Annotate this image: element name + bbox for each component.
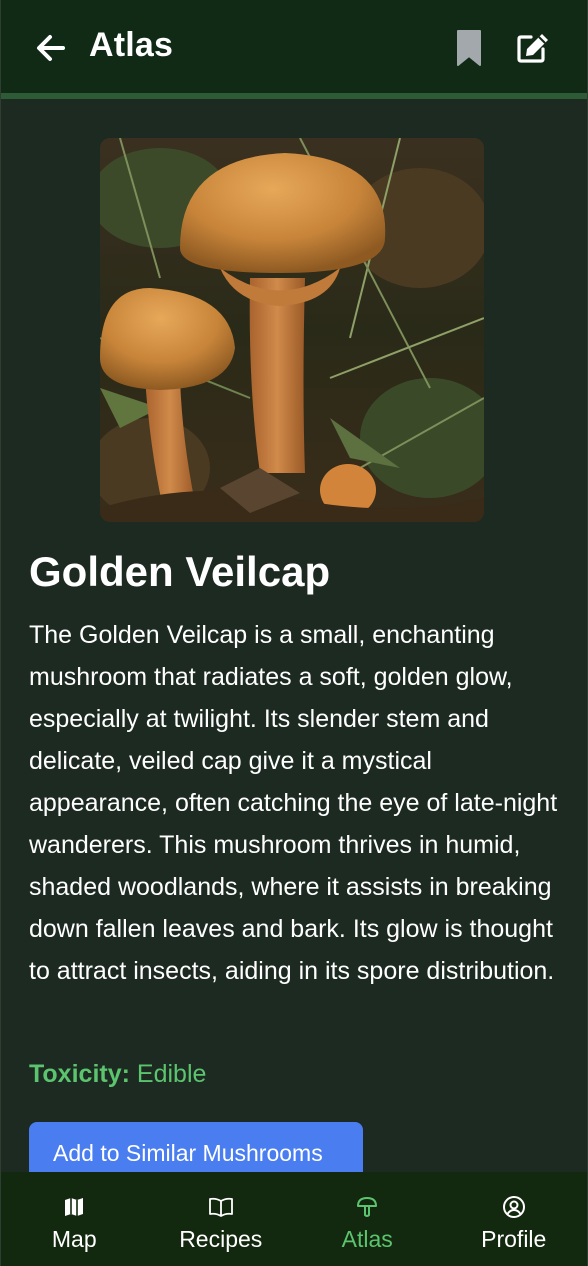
map-icon [65, 1198, 84, 1216]
edit-button[interactable] [513, 28, 553, 68]
bottom-nav: Map Recipes Atlas Profile [1, 1172, 587, 1266]
bookmark-icon [457, 30, 481, 66]
header-divider [1, 93, 587, 99]
toxicity-row: Toxicity: Edible [29, 1060, 206, 1089]
nav-label-profile: Profile [481, 1226, 547, 1252]
user-circle-icon [502, 1196, 525, 1218]
back-button[interactable] [31, 28, 71, 68]
nav-item-profile[interactable]: Profile [441, 1172, 588, 1266]
nav-item-recipes[interactable]: Recipes [148, 1172, 295, 1266]
bookmark-button[interactable] [451, 26, 487, 70]
nav-label-recipes: Recipes [179, 1226, 263, 1252]
nav-item-map[interactable]: Map [1, 1172, 148, 1266]
mushroom-photo [100, 138, 484, 522]
arrow-left-icon [37, 35, 65, 61]
page-title: Atlas [89, 26, 174, 64]
nav-label-atlas: Atlas [341, 1226, 393, 1252]
app-screen: Atlas Golden Veilcap The Golden Veilcap … [0, 0, 588, 1266]
toxicity-value: Edible [136, 1060, 207, 1088]
nav-item-atlas[interactable]: Atlas [294, 1172, 441, 1266]
mushroom-description: The Golden Veilcap is a small, enchantin… [29, 621, 558, 985]
nav-label-map: Map [51, 1226, 97, 1252]
book-icon [208, 1197, 233, 1217]
mushroom-icon [357, 1197, 378, 1217]
edit-icon [517, 34, 548, 63]
toxicity-label: Toxicity: [29, 1060, 130, 1088]
mushroom-name: Golden Veilcap [29, 548, 331, 595]
top-bar: Atlas [1, 0, 587, 93]
